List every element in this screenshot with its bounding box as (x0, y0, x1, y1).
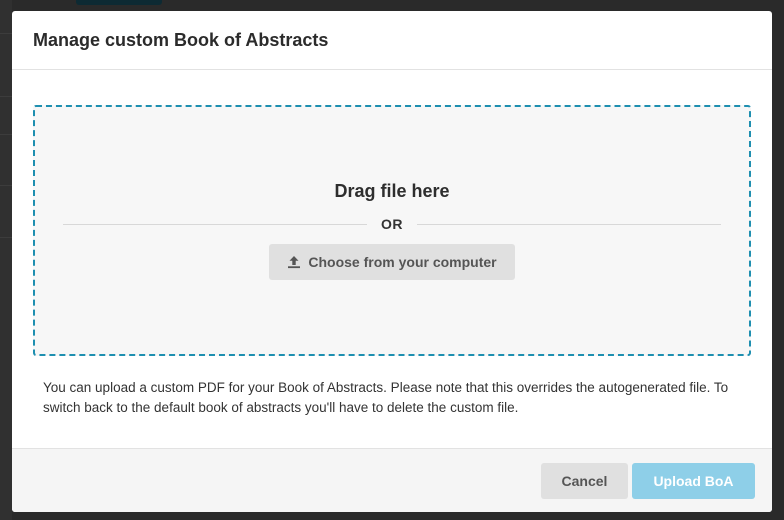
background-divider (0, 185, 12, 186)
upload-help-text: You can upload a custom PDF for your Boo… (43, 380, 729, 415)
dialog-body: Drag file here OR Choose from your compu… (12, 70, 772, 418)
upload-boa-button[interactable]: Upload BoA (632, 462, 755, 499)
manage-boa-dialog: Manage custom Book of Abstracts Drag fil… (12, 11, 772, 512)
background-sidebar (0, 0, 12, 520)
drag-file-label: Drag file here (334, 181, 450, 201)
choose-file-label: Choose from your computer (308, 254, 497, 270)
background-divider (0, 237, 12, 238)
dialog-title: Manage custom Book of Abstracts (33, 29, 329, 50)
background-header-button (76, 0, 162, 5)
dialog-header: Manage custom Book of Abstracts (12, 11, 772, 70)
background-divider (0, 134, 12, 135)
upload-icon (287, 255, 301, 269)
choose-file-button[interactable]: Choose from your computer (269, 244, 515, 280)
or-separator: OR (63, 216, 721, 232)
separator-line-right (417, 223, 721, 225)
separator-line-left (63, 223, 367, 225)
dialog-footer: Cancel Upload BoA (12, 448, 772, 512)
background-divider (0, 33, 12, 34)
cancel-button[interactable]: Cancel (541, 462, 628, 499)
or-label: OR (381, 216, 403, 232)
background-divider (0, 96, 12, 97)
file-dropzone[interactable]: Drag file here OR Choose from your compu… (33, 105, 751, 356)
